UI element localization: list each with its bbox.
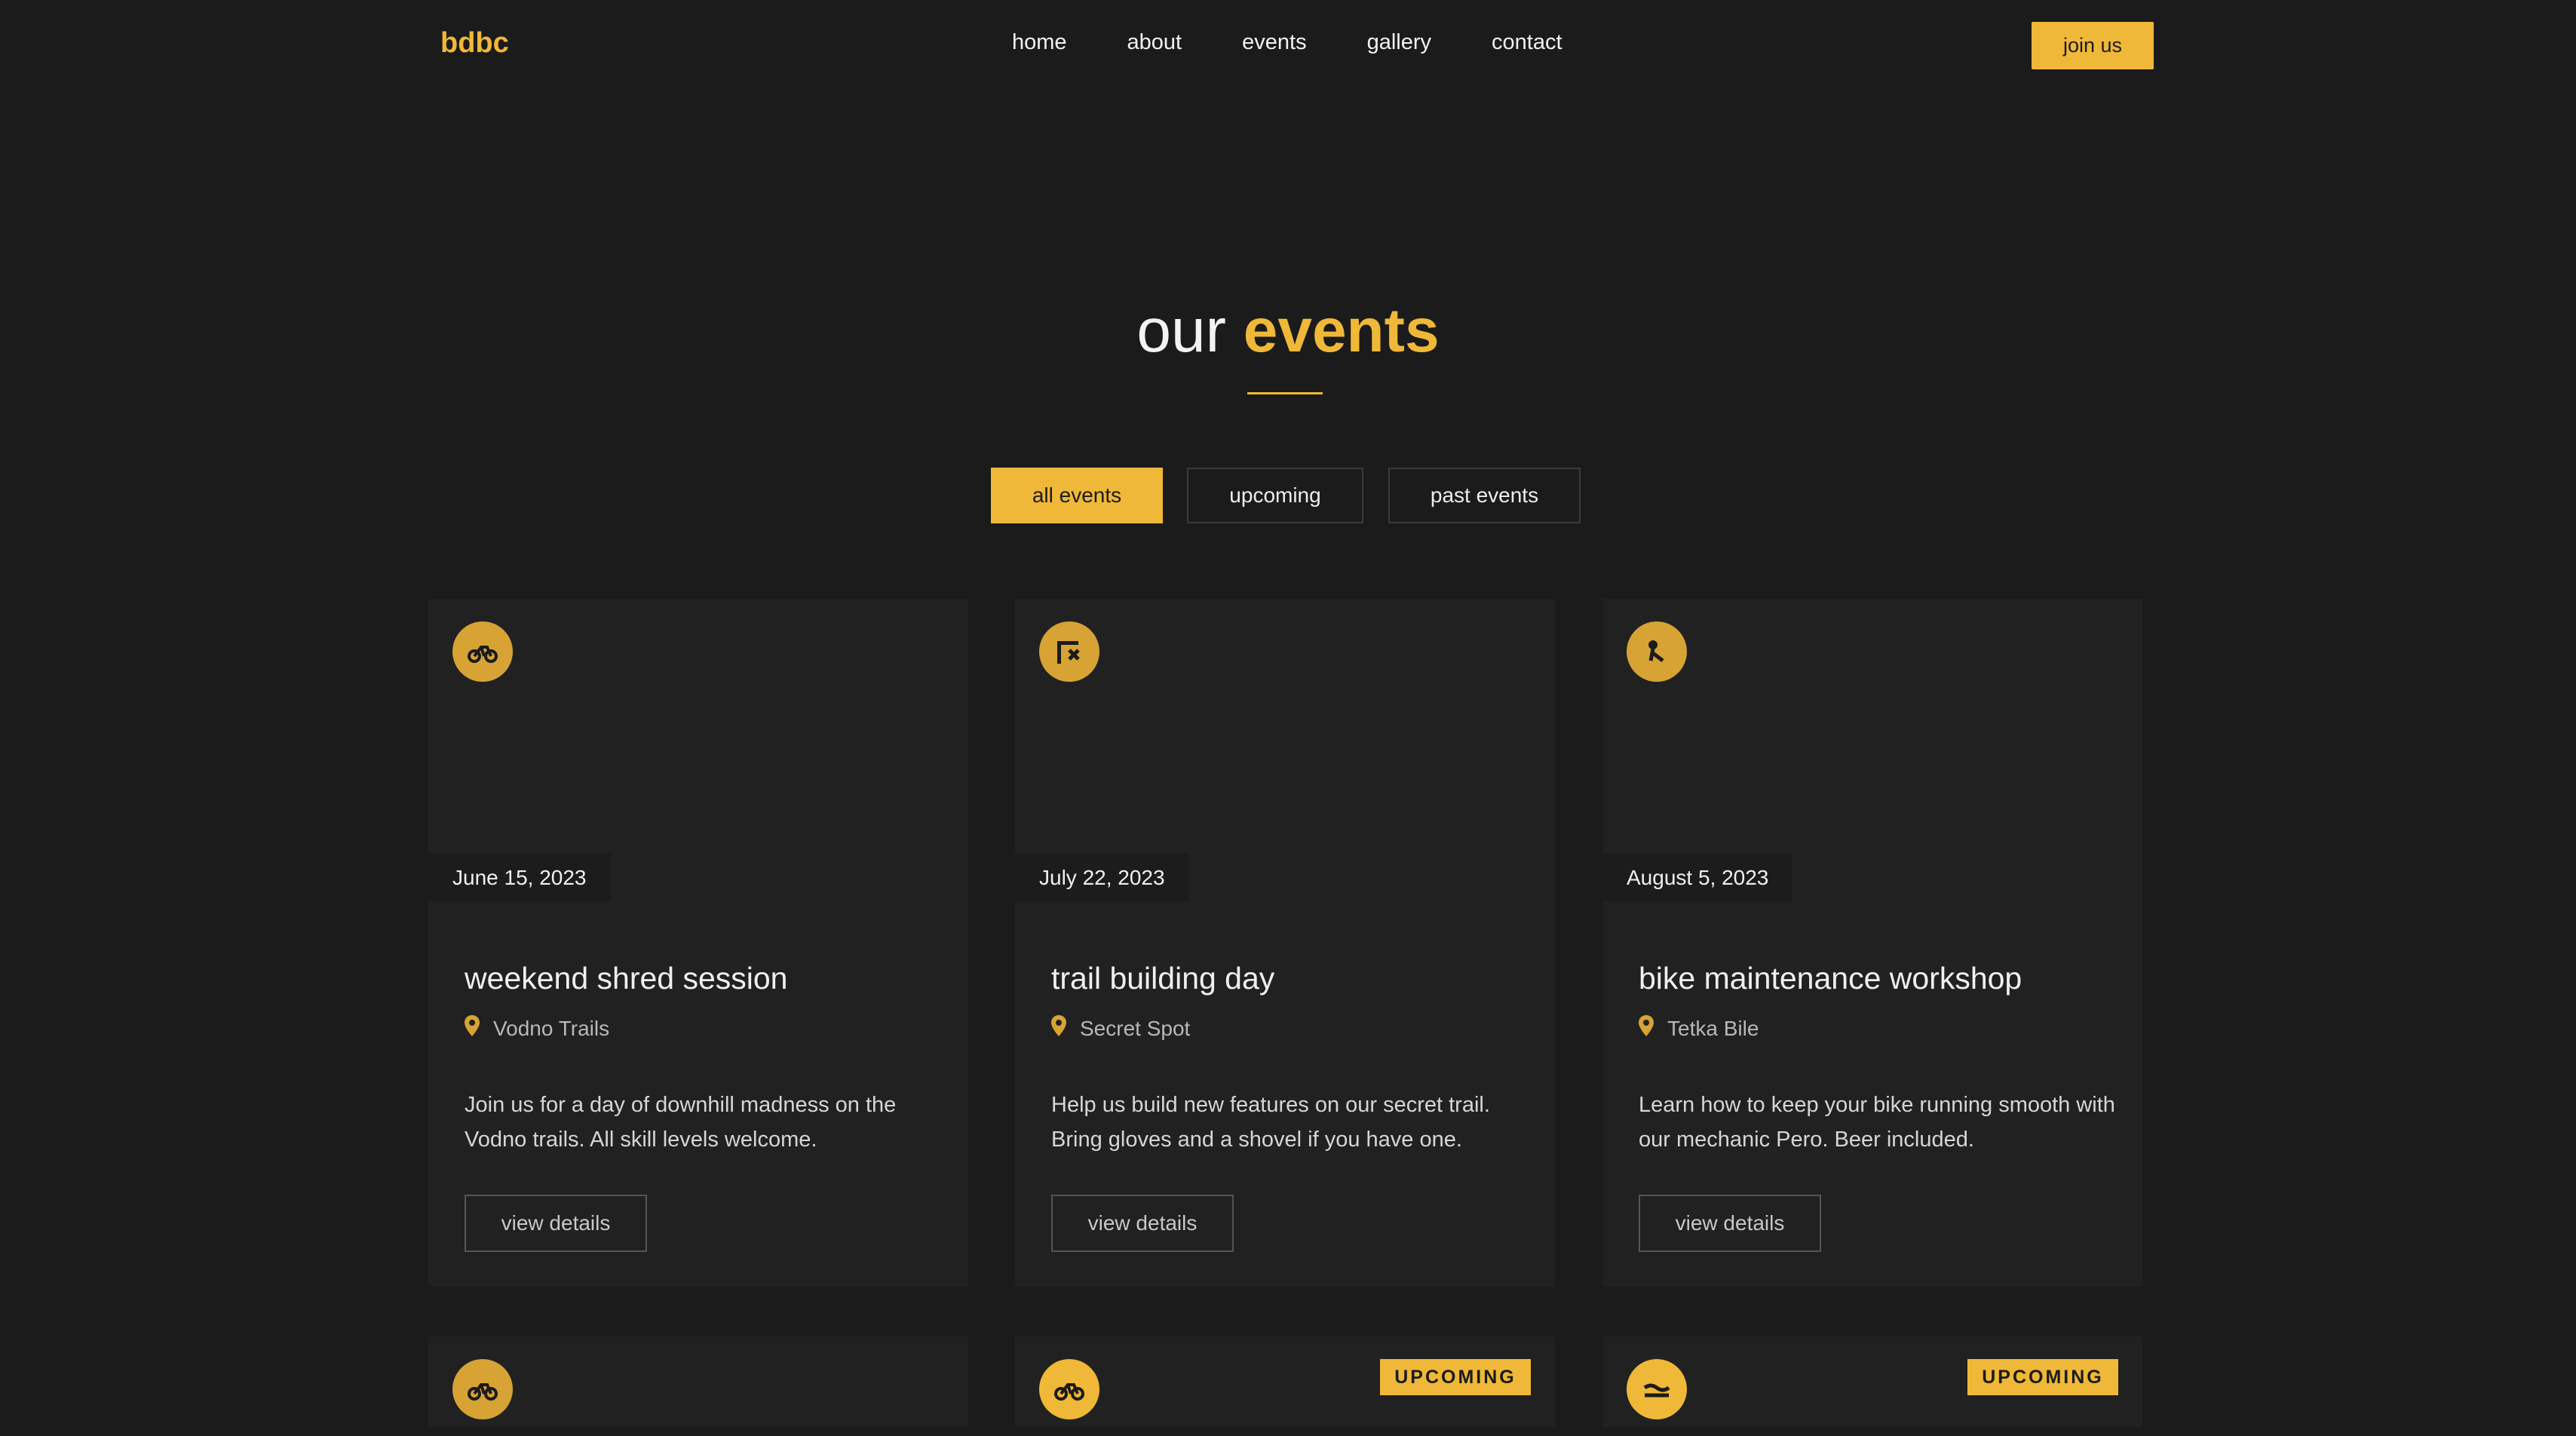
event-card: August 5, 2023 bike maintenance workshop… <box>1602 599 2142 1287</box>
event-title: bike maintenance workshop <box>1639 961 2022 996</box>
event-location-text: Secret Spot <box>1080 1016 1191 1040</box>
logo[interactable]: bdbc <box>440 27 509 60</box>
event-description: Join us for a day of downhill madness on… <box>465 1093 897 1152</box>
event-description: Learn how to keep your bike running smoo… <box>1639 1093 2115 1152</box>
bike-icon <box>1039 1359 1099 1419</box>
event-location-text: Vodno Trails <box>493 1016 610 1040</box>
nav-links: home about events gallery contact <box>1012 30 1562 55</box>
event-card: UPCOMING <box>1602 1336 2142 1427</box>
trail-build-icon <box>1039 621 1099 682</box>
location-pin-icon <box>1639 1015 1654 1042</box>
event-location: Tetka Bile <box>1639 1015 1759 1042</box>
wrench-icon <box>1627 621 1687 682</box>
nav-link-gallery[interactable]: gallery <box>1367 30 1431 55</box>
event-card: June 15, 2023 weekend shred session Vodn… <box>428 599 968 1287</box>
event-date: August 5, 2023 <box>1602 854 1793 902</box>
event-location: Vodno Trails <box>465 1015 609 1042</box>
nav-link-events[interactable]: events <box>1242 30 1306 55</box>
filter-past-events[interactable]: past events <box>1388 468 1581 523</box>
top-navigation: bdbc home about events gallery contact j… <box>0 0 2576 91</box>
page-title: our events <box>0 296 2576 367</box>
status-badge: UPCOMING <box>1380 1359 1531 1395</box>
join-us-button[interactable]: join us <box>2032 22 2154 69</box>
event-description: Help us build new features on our secret… <box>1051 1093 1490 1152</box>
nav-link-about[interactable]: about <box>1127 30 1182 55</box>
bike-icon <box>452 1359 513 1419</box>
event-card: UPCOMING <box>1015 1336 1555 1427</box>
bike-icon <box>452 621 513 682</box>
event-card: July 22, 2023 trail building day Secret … <box>1015 599 1555 1287</box>
page-title-prefix: our <box>1136 296 1226 365</box>
event-location-text: Tetka Bile <box>1667 1016 1759 1040</box>
event-card <box>428 1336 968 1427</box>
status-badge: UPCOMING <box>1967 1359 2118 1395</box>
page-title-accent: events <box>1243 296 1440 365</box>
event-date: June 15, 2023 <box>428 854 611 902</box>
filter-all-events[interactable]: all events <box>991 468 1163 523</box>
nav-link-contact[interactable]: contact <box>1492 30 1562 55</box>
location-pin-icon <box>1051 1015 1066 1042</box>
title-divider <box>1247 392 1323 394</box>
location-pin-icon <box>465 1015 480 1042</box>
view-details-button[interactable]: view details <box>1051 1195 1234 1252</box>
nav-link-home[interactable]: home <box>1012 30 1067 55</box>
event-location: Secret Spot <box>1051 1015 1190 1042</box>
view-details-button[interactable]: view details <box>1639 1195 1821 1252</box>
water-icon <box>1627 1359 1687 1419</box>
event-title: weekend shred session <box>465 961 788 996</box>
filter-upcoming[interactable]: upcoming <box>1187 468 1363 523</box>
event-title: trail building day <box>1051 961 1275 996</box>
view-details-button[interactable]: view details <box>465 1195 647 1252</box>
event-date: July 22, 2023 <box>1015 854 1189 902</box>
